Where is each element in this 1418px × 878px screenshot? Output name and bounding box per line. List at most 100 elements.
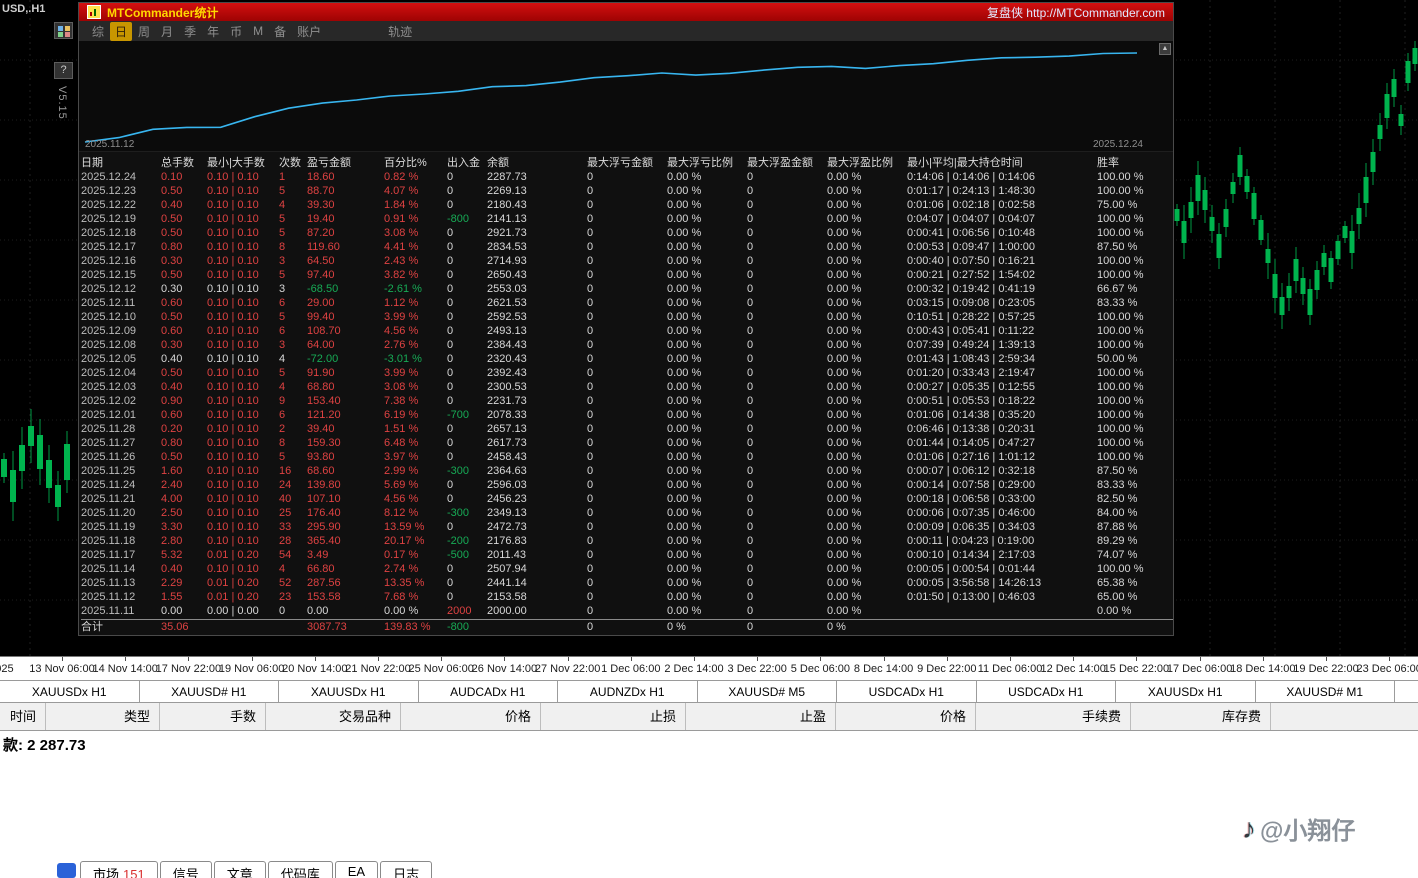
menu-item-8[interactable]: M <box>248 23 268 39</box>
menu-item-4[interactable]: 月 <box>156 22 178 41</box>
cell-profit: 97.40 <box>307 268 384 282</box>
table-row[interactable]: 2025.11.202.500.10 | 0.1025176.408.12 %-… <box>81 506 1173 520</box>
table-row[interactable]: 2025.11.193.300.10 | 0.1033295.9013.59 %… <box>81 520 1173 534</box>
table-row[interactable]: 2025.12.180.500.10 | 0.10587.203.08 %029… <box>81 226 1173 240</box>
chart-tab-7[interactable]: USDCADx H1 <box>837 681 977 702</box>
menu-item-2[interactable]: 日 <box>110 22 132 41</box>
help-button[interactable]: ? <box>54 62 73 79</box>
table-row[interactable]: 2025.12.220.400.10 | 0.10439.301.84 %021… <box>81 198 1173 212</box>
trade-column-8[interactable]: 价格 <box>836 703 976 730</box>
chart-tab-1[interactable]: XAUUSDx H1 <box>0 681 140 702</box>
terminal-tab-3[interactable]: 文章 <box>214 861 266 878</box>
table-row[interactable]: 2025.11.121.550.01 | 0.2023153.587.68 %0… <box>81 590 1173 604</box>
cell-hold_times: 0:01:44 | 0:14:05 | 0:47:27 <box>907 436 1097 450</box>
brand-link[interactable]: 复盘侠 http://MTCommander.com <box>987 4 1165 21</box>
table-row[interactable]: 2025.12.230.500.10 | 0.10588.704.07 %022… <box>81 184 1173 198</box>
table-row[interactable]: 2025.11.214.000.10 | 0.1040107.104.56 %0… <box>81 492 1173 506</box>
table-row[interactable]: 2025.12.240.100.10 | 0.10118.600.82 %022… <box>81 170 1173 184</box>
table-row[interactable]: 2025.11.242.400.10 | 0.1024139.805.69 %0… <box>81 478 1173 492</box>
time-axis-tick <box>884 657 885 661</box>
terminal-tab-4[interactable]: 代码库 <box>268 861 333 878</box>
terminal-tab-6[interactable]: 日志 <box>380 861 432 878</box>
cell-inout: -300 <box>447 506 487 520</box>
table-row[interactable]: 2025.12.050.400.10 | 0.104-72.00-3.01 %0… <box>81 352 1173 366</box>
chart-tab-8[interactable]: USDCADx H1 <box>977 681 1117 702</box>
terminal-tab-2[interactable]: 信号 <box>160 861 212 878</box>
table-row[interactable]: 2025.12.030.400.10 | 0.10468.803.08 %023… <box>81 380 1173 394</box>
panel-titlebar[interactable]: MTCommander统计 复盘侠 http://MTCommander.com <box>79 3 1173 21</box>
table-row[interactable]: 2025.11.140.400.10 | 0.10466.802.74 %025… <box>81 562 1173 576</box>
trade-column-4[interactable]: 交易品种 <box>266 703 401 730</box>
menu-item-7[interactable]: 币 <box>225 22 247 41</box>
cell-count: 16 <box>279 464 307 478</box>
cell-max_float_loss_pct: 0.00 % <box>667 492 747 506</box>
menu-item-6[interactable]: 年 <box>202 22 224 41</box>
trade-column-7[interactable]: 止盈 <box>686 703 836 730</box>
table-row[interactable]: 2025.12.120.300.10 | 0.103-68.50-2.61 %0… <box>81 282 1173 296</box>
cell-pct: 0.00 % <box>384 604 447 618</box>
app-tab-icon[interactable] <box>57 863 76 878</box>
chart-tab-2[interactable]: XAUUSD# H1 <box>140 681 280 702</box>
table-row[interactable]: 2025.11.132.290.01 | 0.2052287.5613.35 %… <box>81 576 1173 590</box>
table-row[interactable]: 2025.11.260.500.10 | 0.10593.803.97 %024… <box>81 450 1173 464</box>
table-row[interactable]: 2025.12.160.300.10 | 0.10364.502.43 %027… <box>81 254 1173 268</box>
cell-balance: 2153.58 <box>487 590 587 604</box>
cell-profit: 176.40 <box>307 506 384 520</box>
menu-item-3[interactable]: 周 <box>133 22 155 41</box>
table-row[interactable]: 2025.12.080.300.10 | 0.10364.002.76 %023… <box>81 338 1173 352</box>
table-row[interactable]: 2025.12.150.500.10 | 0.10597.403.82 %026… <box>81 268 1173 282</box>
chart-tab-4[interactable]: AUDCADx H1 <box>419 681 559 702</box>
cell-hold_times: 0:00:21 | 0:27:52 | 1:54:02 <box>907 268 1097 282</box>
table-row[interactable]: 2025.12.110.600.10 | 0.10629.001.12 %026… <box>81 296 1173 310</box>
trade-column-5[interactable]: 价格 <box>401 703 541 730</box>
table-row[interactable]: 2025.11.110.000.00 | 0.0000.000.00 %2000… <box>81 604 1173 618</box>
cell-balance: 2472.73 <box>487 520 587 534</box>
table-row[interactable]: 2025.12.170.800.10 | 0.108119.604.41 %02… <box>81 240 1173 254</box>
table-row[interactable]: 2025.12.010.600.10 | 0.106121.206.19 %-7… <box>81 408 1173 422</box>
time-axis[interactable]: ov 202513 Nov 06:0014 Nov 14:0017 Nov 22… <box>0 656 1418 680</box>
chart-tab-9[interactable]: XAUUSDx H1 <box>1116 681 1256 702</box>
menu-item-11[interactable]: 轨迹 <box>383 22 417 41</box>
chart-tab-6[interactable]: XAUUSD# M5 <box>698 681 838 702</box>
trade-column-10[interactable]: 库存费 <box>1131 703 1271 730</box>
trade-column-2[interactable]: 类型 <box>46 703 160 730</box>
cell-minmax: 0.01 | 0.20 <box>207 590 279 604</box>
trade-column-6[interactable]: 止损 <box>541 703 686 730</box>
time-axis-tick <box>188 657 189 661</box>
table-row[interactable]: 2025.12.100.500.10 | 0.10599.403.99 %025… <box>81 310 1173 324</box>
terminal-tab-1[interactable]: 市场151 <box>80 861 158 878</box>
menu-item-10[interactable]: 账户 <box>292 22 326 41</box>
table-row[interactable]: 2025.11.270.800.10 | 0.108159.306.48 %02… <box>81 436 1173 450</box>
scroll-up-button[interactable]: ▲ <box>1159 43 1171 55</box>
toolbar-chart-button[interactable] <box>54 22 73 39</box>
table-row[interactable]: 2025.12.020.900.10 | 0.109153.407.38 %02… <box>81 394 1173 408</box>
table-row[interactable]: 2025.12.040.500.10 | 0.10591.903.99 %023… <box>81 366 1173 380</box>
cell-lots: 0.30 <box>161 254 207 268</box>
chart-tab-5[interactable]: AUDNZDx H1 <box>558 681 698 702</box>
table-row[interactable]: 2025.11.175.320.01 | 0.20543.490.17 %-50… <box>81 548 1173 562</box>
cell-hold_times: 0:00:05 | 0:00:54 | 0:01:44 <box>907 562 1097 576</box>
table-row[interactable]: 2025.11.182.800.10 | 0.1028365.4020.17 %… <box>81 534 1173 548</box>
terminal-tab-label: 市场 <box>93 867 119 878</box>
chart-tab-11[interactable]: XAUUSDx H1 <box>1395 681 1418 702</box>
table-row[interactable]: 2025.12.190.500.10 | 0.10519.400.91 %-80… <box>81 212 1173 226</box>
table-row[interactable]: 2025.12.090.600.10 | 0.106108.704.56 %02… <box>81 324 1173 338</box>
menu-item-1[interactable]: 综 <box>87 22 109 41</box>
menu-item-5[interactable]: 季 <box>179 22 201 41</box>
menu-item-9[interactable]: 备 <box>269 22 291 41</box>
cell-count: 8 <box>279 436 307 450</box>
chart-tab-3[interactable]: XAUUSDx H1 <box>279 681 419 702</box>
table-row[interactable]: 2025.11.280.200.10 | 0.10239.401.51 %026… <box>81 422 1173 436</box>
terminal-tab-5[interactable]: EA <box>335 861 378 878</box>
stats-header-cell: 最大浮亏金额 <box>587 156 667 170</box>
total-cell-profit: 3087.73 <box>307 620 384 634</box>
cell-max_float_loss_pct: 0.00 % <box>667 408 747 422</box>
trade-column-1[interactable]: 时间 <box>0 703 46 730</box>
cell-max_float_profit: 0 <box>747 506 827 520</box>
trade-column-3[interactable]: 手数 <box>160 703 266 730</box>
chart-tab-10[interactable]: XAUUSD# M1 <box>1256 681 1396 702</box>
table-row[interactable]: 2025.11.251.600.10 | 0.101668.602.99 %-3… <box>81 464 1173 478</box>
trade-column-9[interactable]: 手续费 <box>976 703 1131 730</box>
cell-minmax: 0.10 | 0.10 <box>207 380 279 394</box>
cell-date: 2025.12.24 <box>81 170 161 184</box>
